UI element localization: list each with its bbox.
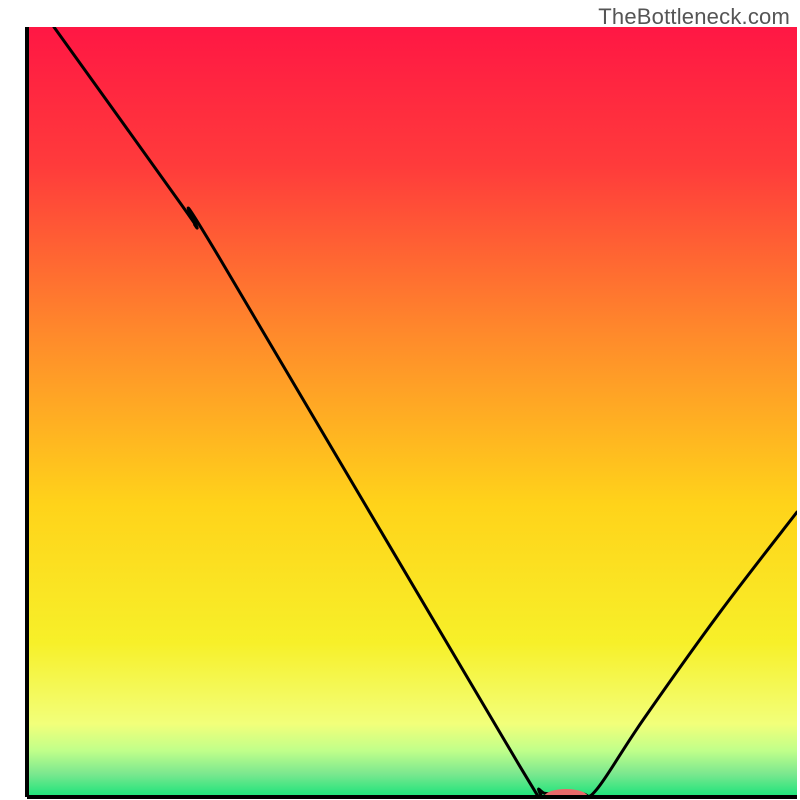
bottleneck-chart: TheBottleneck.com — [0, 0, 800, 800]
chart-canvas — [0, 0, 800, 800]
gradient-background — [27, 27, 797, 797]
watermark-text: TheBottleneck.com — [598, 4, 790, 30]
